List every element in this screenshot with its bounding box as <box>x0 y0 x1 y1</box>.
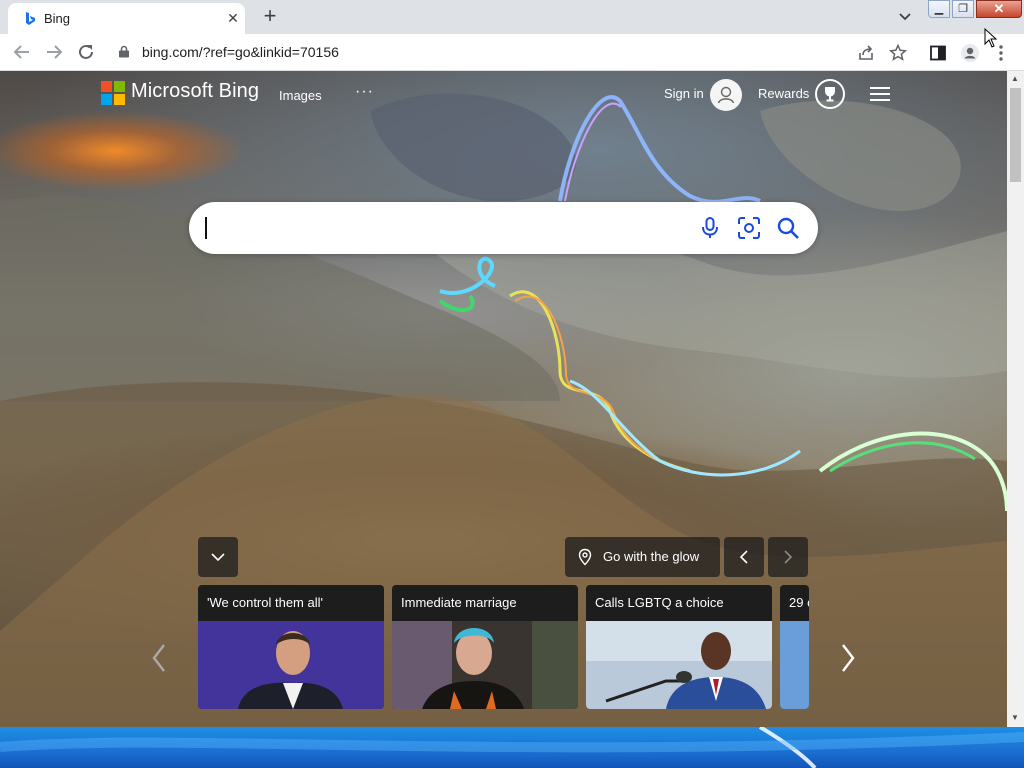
maximize-icon: ❐ <box>958 3 968 15</box>
search-box[interactable] <box>189 202 818 254</box>
brand-name: Microsoft Bing <box>131 80 260 102</box>
close-window-button[interactable]: ✕ <box>976 0 1022 18</box>
previous-image-button[interactable] <box>724 537 764 577</box>
minimize-button[interactable]: ▁ <box>928 0 950 18</box>
microphone-icon[interactable] <box>697 215 723 241</box>
search-icon[interactable] <box>775 215 801 241</box>
image-info-button[interactable]: Go with the glow <box>565 537 720 577</box>
carousel-next-arrow-icon[interactable] <box>835 641 859 675</box>
chevron-left-icon <box>739 550 748 564</box>
scroll-up-arrow-icon[interactable]: ▲ <box>1011 74 1019 83</box>
tab-bing[interactable]: Bing ✕ <box>8 3 245 34</box>
sign-in-link[interactable]: Sign in <box>664 86 704 101</box>
microsoft-logo-icon <box>101 81 125 105</box>
news-card[interactable]: Immediate marriage <box>392 585 578 709</box>
news-thumbnail-image <box>780 621 809 709</box>
desktop-wallpaper-swoosh <box>0 727 1024 768</box>
location-pin-icon <box>578 548 592 566</box>
next-image-button[interactable] <box>768 537 808 577</box>
lock-icon[interactable] <box>118 45 130 58</box>
news-thumbnail-image <box>392 621 578 709</box>
bing-homepage: Microsoft Bing Images ··· Sign in Reward… <box>0 71 1007 727</box>
avatar[interactable] <box>710 79 742 111</box>
nav-more-icon[interactable]: ··· <box>355 83 374 101</box>
close-icon: ✕ <box>993 1 1005 16</box>
reload-icon[interactable] <box>74 40 98 64</box>
share-icon[interactable] <box>856 43 876 63</box>
hamburger-menu-icon[interactable] <box>869 85 891 103</box>
address-bar[interactable]: bing.com/?ref=go&linkid=70156 <box>108 37 916 67</box>
url-text[interactable]: bing.com/?ref=go&linkid=70156 <box>142 44 339 60</box>
news-thumbnail-image <box>586 621 772 709</box>
tab-strip: Bing ✕ + ▁ ❐ ✕ <box>0 0 1024 34</box>
back-arrow-icon[interactable] <box>10 40 34 64</box>
news-thumbnail-image <box>198 621 384 709</box>
tab-title: Bing <box>44 11 71 26</box>
nav-images-link[interactable]: Images <box>279 88 322 103</box>
chevron-right-icon <box>784 550 793 564</box>
side-panel-icon[interactable] <box>928 43 948 63</box>
maximize-button[interactable]: ❐ <box>952 0 974 18</box>
desktop-background <box>0 727 1024 768</box>
profile-icon[interactable] <box>960 43 980 63</box>
news-card[interactable]: 29 c <box>780 585 809 709</box>
news-caption: 'We control them all' <box>207 595 323 610</box>
image-title: Go with the glow <box>603 549 700 564</box>
forward-arrow-icon[interactable] <box>42 40 66 64</box>
news-caption: Calls LGBTQ a choice <box>595 595 724 610</box>
vertical-scrollbar[interactable]: ▲ ▼ <box>1007 71 1024 727</box>
rewards-trophy-icon[interactable] <box>815 79 845 109</box>
mouse-cursor-icon <box>984 28 998 48</box>
visual-search-icon[interactable] <box>736 215 762 241</box>
tab-search-chevron-icon[interactable] <box>896 9 914 25</box>
bing-favicon-icon <box>26 12 35 25</box>
bookmark-star-icon[interactable] <box>888 43 908 63</box>
text-cursor <box>205 217 207 239</box>
collapse-feed-button[interactable] <box>198 537 238 577</box>
browser-toolbar: bing.com/?ref=go&linkid=70156 <box>0 34 1024 71</box>
tab-close-icon[interactable]: ✕ <box>224 9 242 27</box>
user-icon <box>717 86 735 104</box>
rewards-link[interactable]: Rewards <box>758 86 809 101</box>
scroll-down-arrow-icon[interactable]: ▼ <box>1011 713 1019 722</box>
news-card[interactable]: 'We control them all' <box>198 585 384 709</box>
new-tab-button[interactable]: + <box>258 5 282 29</box>
news-caption: Immediate marriage <box>401 595 517 610</box>
news-card[interactable]: Calls LGBTQ a choice <box>586 585 772 709</box>
scrollbar-thumb[interactable] <box>1010 88 1021 182</box>
search-input[interactable] <box>209 212 689 244</box>
chevron-down-icon <box>211 553 225 562</box>
carousel-prev-arrow-icon[interactable] <box>148 641 172 675</box>
minimize-icon: ▁ <box>934 3 944 15</box>
news-caption: 29 c <box>789 595 809 610</box>
